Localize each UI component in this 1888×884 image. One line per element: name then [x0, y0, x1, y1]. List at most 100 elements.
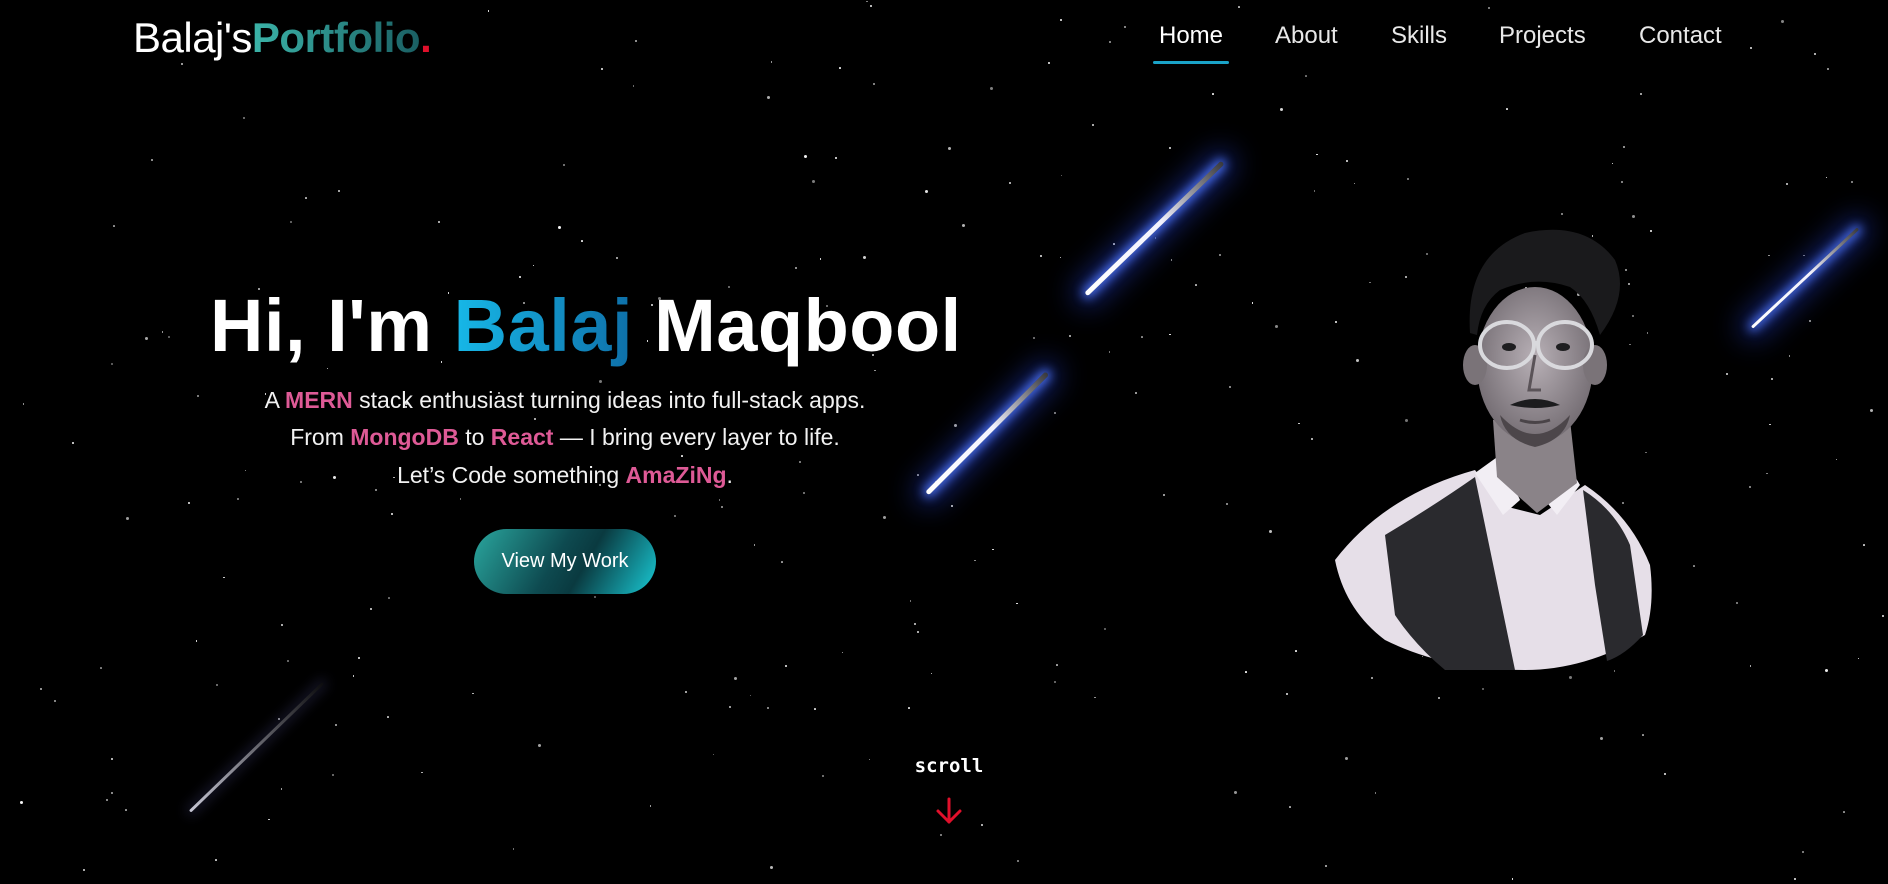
star — [649, 805, 652, 807]
star — [1311, 437, 1314, 440]
star — [1053, 680, 1056, 683]
star — [105, 798, 108, 801]
star — [1135, 391, 1138, 394]
star — [1195, 284, 1197, 286]
nav-contact[interactable]: Contact — [1633, 22, 1728, 64]
star — [1642, 734, 1644, 736]
star — [1843, 811, 1845, 813]
star — [882, 515, 886, 519]
star — [277, 717, 280, 720]
star — [1009, 182, 1012, 185]
star — [1621, 180, 1624, 183]
star — [195, 640, 198, 642]
star — [370, 607, 373, 610]
star — [22, 403, 25, 405]
star — [873, 83, 876, 86]
star — [1482, 688, 1485, 690]
star — [352, 675, 355, 677]
star — [557, 225, 561, 229]
arrow-down-icon[interactable] — [934, 796, 964, 826]
star — [388, 597, 390, 599]
star — [812, 179, 816, 183]
star — [593, 596, 596, 599]
star — [1736, 601, 1739, 604]
star — [1060, 174, 1063, 177]
nav-skills[interactable]: Skills — [1385, 22, 1453, 64]
tagline-keyword: MongoDB — [350, 424, 459, 450]
star — [598, 379, 602, 383]
star — [803, 492, 806, 495]
star — [1313, 190, 1316, 192]
star — [753, 544, 756, 546]
star — [1289, 806, 1291, 808]
star — [1881, 614, 1884, 617]
star — [390, 513, 393, 516]
star — [1768, 254, 1770, 257]
star — [1613, 670, 1616, 672]
star — [1324, 864, 1327, 867]
star — [125, 809, 127, 811]
star — [1275, 325, 1279, 329]
star — [100, 667, 102, 669]
star — [1154, 237, 1157, 239]
tagline-keyword: React — [490, 424, 554, 450]
star — [1769, 423, 1771, 426]
star — [729, 705, 732, 708]
star — [841, 651, 844, 654]
star — [1032, 336, 1035, 339]
star — [1113, 243, 1115, 245]
star — [632, 85, 635, 87]
star — [563, 163, 566, 166]
star — [1059, 256, 1062, 259]
star — [145, 336, 149, 340]
star — [1316, 153, 1318, 156]
star — [1251, 302, 1254, 304]
star — [1269, 530, 1273, 534]
star — [332, 774, 335, 777]
star — [111, 758, 114, 761]
star — [1234, 791, 1238, 795]
star — [421, 771, 423, 774]
profile-photo — [1335, 229, 1652, 670]
view-my-work-button[interactable]: View My Work — [474, 529, 656, 594]
star — [286, 659, 289, 662]
nav-home[interactable]: Home — [1153, 22, 1230, 64]
star — [674, 515, 677, 518]
star — [1725, 372, 1728, 375]
star — [1053, 411, 1056, 414]
star — [767, 707, 770, 710]
star — [981, 824, 984, 827]
star — [236, 498, 239, 501]
star — [1218, 253, 1221, 256]
star — [1091, 124, 1094, 127]
nav-projects[interactable]: Projects — [1493, 22, 1592, 64]
star — [305, 197, 307, 199]
star — [1835, 458, 1838, 461]
star — [111, 363, 114, 366]
star — [1825, 176, 1828, 179]
star — [19, 800, 23, 804]
star — [1771, 378, 1774, 381]
tagline-text: . — [726, 462, 733, 488]
star — [819, 258, 822, 260]
star — [358, 656, 361, 659]
star — [1371, 677, 1374, 680]
tagline-keyword: AmaZiNg — [625, 462, 727, 488]
star — [187, 502, 190, 505]
scroll-label[interactable]: scroll — [900, 755, 998, 777]
star — [1016, 860, 1019, 863]
star — [1788, 355, 1791, 357]
tagline-keyword: MERN — [285, 387, 353, 413]
star — [1103, 628, 1106, 631]
star — [685, 691, 688, 694]
star — [834, 157, 837, 160]
star — [82, 869, 85, 872]
nav-about[interactable]: About — [1269, 22, 1344, 64]
star — [1568, 675, 1572, 679]
star — [280, 788, 283, 790]
star — [804, 155, 808, 159]
star — [1170, 259, 1173, 261]
star — [784, 664, 787, 667]
star — [72, 441, 75, 444]
tagline-text: A — [264, 387, 286, 413]
